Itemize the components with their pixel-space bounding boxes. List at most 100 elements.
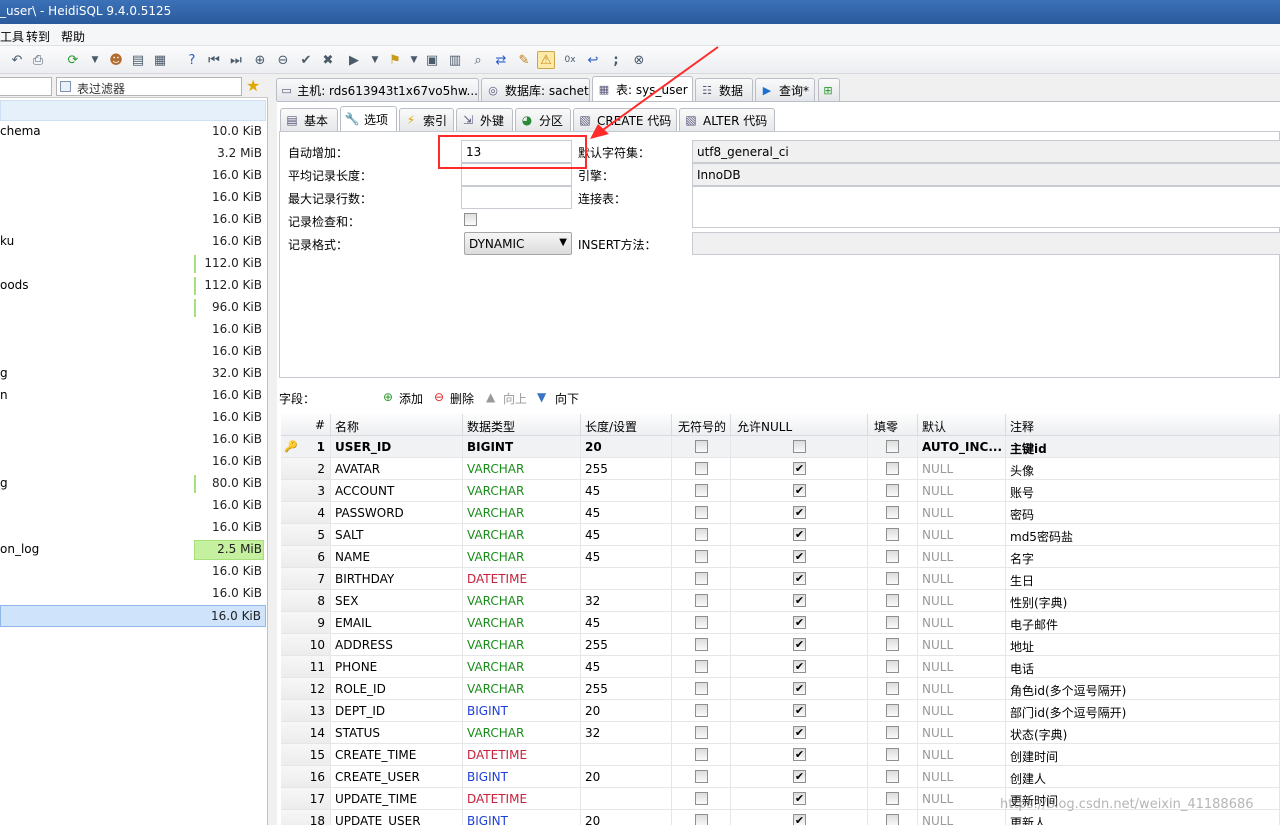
table-list-item[interactable]: 16.0 KiB [0, 319, 266, 341]
cell-comment[interactable]: 状态(字典) [1006, 722, 1280, 744]
allow-null-checkbox[interactable]: ✔ [793, 572, 806, 585]
cell-type[interactable]: VARCHAR [463, 502, 581, 524]
cell-name[interactable]: USER_ID [331, 436, 463, 458]
tab-query[interactable]: ▶ 查询* [755, 78, 815, 101]
zerofill-checkbox[interactable] [886, 704, 899, 717]
cell-name[interactable]: CREATE_TIME [331, 744, 463, 766]
warning-icon[interactable]: ⚠ [537, 51, 555, 69]
unsigned-checkbox[interactable] [695, 484, 708, 497]
cell-zerofill[interactable] [868, 678, 918, 700]
semicolon-icon[interactable]: ; [607, 51, 625, 69]
subtab-options[interactable]: 🔧 选项 [340, 106, 397, 131]
table-list-item[interactable]: 16.0 KiB [0, 209, 266, 231]
cell-length[interactable]: 45 [581, 546, 672, 568]
cell-name[interactable]: PASSWORD [331, 502, 463, 524]
cell-zerofill[interactable] [868, 612, 918, 634]
cell-unsigned[interactable] [672, 744, 731, 766]
unsigned-checkbox[interactable] [695, 616, 708, 629]
explain-icon[interactable]: ⚑ [386, 51, 404, 69]
tab-host[interactable]: ▭ 主机: rds613943t1x67vo5hw... [276, 78, 479, 101]
unsigned-checkbox[interactable] [695, 572, 708, 585]
cancel-icon[interactable]: ✖ [319, 51, 337, 69]
cell-type[interactable]: VARCHAR [463, 678, 581, 700]
cell-comment[interactable]: 主键id [1006, 436, 1280, 458]
column-header[interactable]: 数据类型 [463, 414, 581, 436]
reconnect-icon[interactable]: ↶ [8, 51, 26, 69]
unsigned-checkbox[interactable] [695, 440, 708, 453]
cell-zerofill[interactable] [868, 656, 918, 678]
column-header[interactable]: 填零 [868, 414, 918, 436]
unsigned-checkbox[interactable] [695, 660, 708, 673]
cell-zerofill[interactable] [868, 590, 918, 612]
cell-comment[interactable]: 名字 [1006, 546, 1280, 568]
cell-allow-null[interactable]: ✔ [731, 546, 868, 568]
add-icon[interactable]: ⊕ [251, 51, 269, 69]
cell-name[interactable]: EMAIL [331, 612, 463, 634]
cell-comment[interactable]: 账号 [1006, 480, 1280, 502]
cell-type[interactable]: BIGINT [463, 766, 581, 788]
row-format-select[interactable]: DYNAMIC ▼ [464, 232, 572, 255]
zerofill-checkbox[interactable] [886, 792, 899, 805]
cell-allow-null[interactable]: ✔ [731, 480, 868, 502]
cell-default[interactable]: NULL [918, 590, 1006, 612]
cell-allow-null[interactable]: ✔ [731, 678, 868, 700]
cell-zerofill[interactable] [868, 502, 918, 524]
table-list-item[interactable]: 112.0 KiB [0, 253, 266, 275]
cell-unsigned[interactable] [672, 810, 731, 825]
union-tables-input[interactable] [692, 186, 1280, 228]
cell-default[interactable]: NULL [918, 722, 1006, 744]
table-list-item[interactable]: 16.0 KiB [0, 187, 266, 209]
unsigned-checkbox[interactable] [695, 550, 708, 563]
cell-type[interactable]: BIGINT [463, 700, 581, 722]
cell-name[interactable]: SEX [331, 590, 463, 612]
cell-length[interactable]: 20 [581, 436, 672, 458]
cell-default[interactable]: NULL [918, 480, 1006, 502]
unsigned-checkbox[interactable] [695, 704, 708, 717]
cell-length[interactable]: 45 [581, 656, 672, 678]
menu-item-tools[interactable]: 工具 [0, 28, 24, 45]
cell-allow-null[interactable]: ✔ [731, 590, 868, 612]
wrap-icon[interactable]: ↩ [584, 51, 602, 69]
cell-default[interactable]: NULL [918, 656, 1006, 678]
tree-selected-root[interactable] [0, 100, 266, 121]
cell-length[interactable]: 20 [581, 766, 672, 788]
column-header[interactable]: 默认 [918, 414, 1006, 436]
last-record-icon[interactable]: ⏭ [227, 51, 245, 69]
allow-null-checkbox[interactable]: ✔ [793, 704, 806, 717]
remove-icon[interactable]: ⊖ [274, 51, 292, 69]
cell-allow-null[interactable]: ✔ [731, 458, 868, 480]
cell-default[interactable]: NULL [918, 524, 1006, 546]
cell-default[interactable]: NULL [918, 568, 1006, 590]
cell-type[interactable]: DATETIME [463, 788, 581, 810]
null-icon[interactable]: 0x [561, 51, 579, 69]
cell-comment[interactable]: 头像 [1006, 458, 1280, 480]
subtab-create-code[interactable]: ▧ CREATE 代码 [573, 108, 677, 131]
export-icon[interactable]: ▤ [129, 51, 147, 69]
unsigned-checkbox[interactable] [695, 792, 708, 805]
zerofill-checkbox[interactable] [886, 594, 899, 607]
table-list-item[interactable]: 16.0 KiB [0, 341, 266, 363]
help-icon[interactable]: ? [183, 51, 201, 69]
allow-null-checkbox[interactable]: ✔ [793, 616, 806, 629]
database-filter-input[interactable] [0, 77, 52, 96]
cell-default[interactable]: NULL [918, 766, 1006, 788]
cell-length[interactable]: 255 [581, 458, 672, 480]
cell-type[interactable]: BIGINT [463, 810, 581, 825]
cell-type[interactable]: VARCHAR [463, 590, 581, 612]
cell-name[interactable]: DEPT_ID [331, 700, 463, 722]
cell-length[interactable] [581, 788, 672, 810]
cell-default[interactable]: NULL [918, 744, 1006, 766]
cell-allow-null[interactable]: ✔ [731, 722, 868, 744]
cell-unsigned[interactable] [672, 722, 731, 744]
delete-field-button[interactable]: 删除 [450, 390, 474, 407]
cell-unsigned[interactable] [672, 480, 731, 502]
run-icon[interactable]: ▶ [345, 51, 363, 69]
cell-zerofill[interactable] [868, 766, 918, 788]
unsigned-checkbox[interactable] [695, 462, 708, 475]
cell-zerofill[interactable] [868, 700, 918, 722]
cell-length[interactable]: 32 [581, 590, 672, 612]
table-list-item[interactable]: n 16.0 KiB [0, 385, 266, 407]
cell-type[interactable]: VARCHAR [463, 458, 581, 480]
table-list-item[interactable]: oods 112.0 KiB [0, 275, 266, 297]
cell-name[interactable]: ADDRESS [331, 634, 463, 656]
